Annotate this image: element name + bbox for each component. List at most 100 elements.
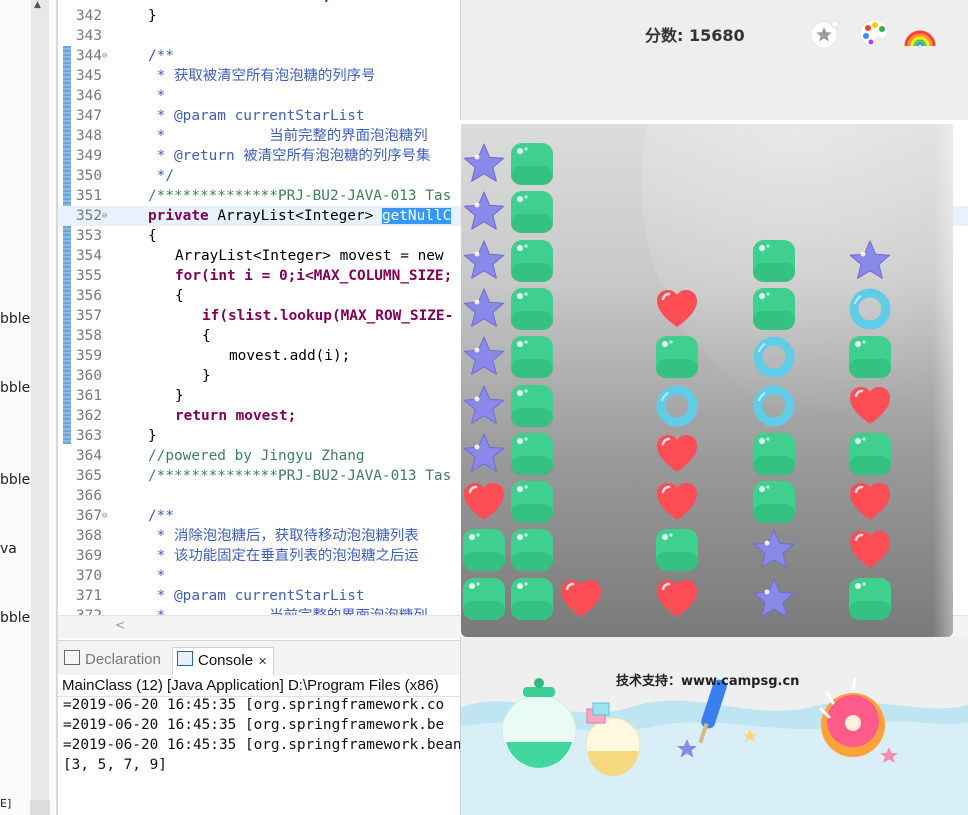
tab-label: Declaration xyxy=(85,651,161,668)
code-text: } xyxy=(148,8,157,24)
code-text: ArrayList<Integer> movest = new xyxy=(175,248,444,264)
candy-green[interactable] xyxy=(510,384,554,428)
code-text: /**************PRJ-BU2-JAVA-013 Tas xyxy=(148,188,452,204)
candy-green[interactable] xyxy=(462,577,506,621)
selected-identifier[interactable]: getNullC xyxy=(381,208,452,224)
candy-star[interactable] xyxy=(462,239,506,283)
star-badge-icon[interactable] xyxy=(809,16,843,50)
candy-star[interactable] xyxy=(462,142,506,186)
vertical-scrollbar[interactable] xyxy=(31,0,49,800)
candy-green[interactable] xyxy=(462,528,506,572)
candy-heart[interactable] xyxy=(848,528,892,572)
candy-green[interactable] xyxy=(510,432,554,476)
candy-green[interactable] xyxy=(510,480,554,524)
line-number: 348 xyxy=(76,128,102,144)
tab-declaration[interactable]: Declaration xyxy=(60,647,167,675)
game-board[interactable] xyxy=(461,124,953,637)
line-number: 345 xyxy=(76,68,102,84)
candy-green[interactable] xyxy=(510,577,554,621)
line-number: 354 xyxy=(76,248,102,264)
candy-heart[interactable] xyxy=(559,577,603,621)
line-number: 364 xyxy=(76,448,102,464)
code-text: * 获取被清空所有泡泡糖的列序号 xyxy=(148,68,376,84)
candy-star[interactable] xyxy=(752,528,796,572)
code-text: * 该功能固定在垂直列表的泡泡糖之后运 xyxy=(148,548,419,564)
candy-green[interactable] xyxy=(510,528,554,572)
code-text: * xyxy=(148,568,166,584)
scroll-up-icon[interactable]: ▲ xyxy=(34,0,46,10)
candy-ring[interactable] xyxy=(752,335,796,379)
candy-heart[interactable] xyxy=(462,480,506,524)
code-text: */ xyxy=(148,168,174,184)
candy-star[interactable] xyxy=(462,335,506,379)
candy-ring[interactable] xyxy=(655,384,699,428)
scroll-left-icon[interactable]: < xyxy=(115,618,125,632)
scroll-down-button[interactable] xyxy=(30,800,50,815)
tree-item-label[interactable]: bble xyxy=(0,472,30,488)
line-number: 352 xyxy=(76,208,102,224)
candy-heart[interactable] xyxy=(655,287,699,331)
code-text: /** xyxy=(148,508,174,524)
code-text: /** xyxy=(148,48,174,64)
candy-heart[interactable] xyxy=(655,432,699,476)
candy-star[interactable] xyxy=(462,190,506,234)
candy-green[interactable] xyxy=(510,239,554,283)
code-text: { xyxy=(148,228,157,244)
line-number: 365 xyxy=(76,468,102,484)
score-label: 分数: 15680 xyxy=(645,26,745,45)
line-number: 368 xyxy=(76,528,102,544)
tree-item-label[interactable]: bble xyxy=(0,610,30,626)
tab-label: Console xyxy=(198,652,254,669)
candy-green[interactable] xyxy=(848,577,892,621)
candy-green[interactable] xyxy=(655,335,699,379)
fold-icon[interactable]: ⊖ xyxy=(102,506,107,526)
line-number: 372 xyxy=(74,606,102,615)
candy-star[interactable] xyxy=(462,287,506,331)
fold-icon[interactable]: ⊖ xyxy=(102,46,107,66)
line-number: 353 xyxy=(76,228,102,244)
tree-item-label[interactable]: va xyxy=(0,541,17,557)
tree-item-label[interactable]: E] xyxy=(0,797,11,810)
candy-green[interactable] xyxy=(510,335,554,379)
candy-ring[interactable] xyxy=(752,384,796,428)
code-text: //powered by Jingyu Zhang xyxy=(148,448,365,464)
candy-green[interactable] xyxy=(752,480,796,524)
code-text: * @return 被清空所有泡泡糖的列序号集 xyxy=(148,148,431,164)
tab-console[interactable]: Console ✕ xyxy=(172,647,275,676)
candy-green[interactable] xyxy=(510,142,554,186)
candy-green[interactable] xyxy=(752,239,796,283)
line-number: 360 xyxy=(76,368,102,384)
candy-heart[interactable] xyxy=(848,384,892,428)
candy-heart[interactable] xyxy=(655,577,699,621)
line-number: 361 xyxy=(76,388,102,404)
console-process-title: MainClass (12) [Java Application] D:\Pro… xyxy=(62,677,439,694)
line-number: 366 xyxy=(76,488,102,504)
candy-green[interactable] xyxy=(848,335,892,379)
candy-green[interactable] xyxy=(848,432,892,476)
candy-star[interactable] xyxy=(848,239,892,283)
candy-green[interactable] xyxy=(752,287,796,331)
tree-item-label[interactable]: bble xyxy=(0,380,30,396)
candy-heart[interactable] xyxy=(655,480,699,524)
code-text: * @param currentStarList xyxy=(148,108,365,124)
fold-icon[interactable]: ⊖ xyxy=(102,206,107,226)
code-text: } xyxy=(202,368,211,384)
candy-star[interactable] xyxy=(462,384,506,428)
candy-star[interactable] xyxy=(752,577,796,621)
candy-green[interactable] xyxy=(752,432,796,476)
candy-green[interactable] xyxy=(510,287,554,331)
candy-green[interactable] xyxy=(510,190,554,234)
candy-ring[interactable] xyxy=(848,287,892,331)
code-text: * 消除泡泡糖后，获取待移动泡泡糖列表 xyxy=(148,528,419,544)
rainbow-icon[interactable] xyxy=(903,16,937,50)
console-icon xyxy=(177,651,193,666)
candy-green[interactable] xyxy=(655,528,699,572)
candy-heart[interactable] xyxy=(848,480,892,524)
line-number: 362 xyxy=(76,408,102,424)
line-number: 350 xyxy=(76,168,102,184)
board-rim xyxy=(933,124,953,637)
candy-star[interactable] xyxy=(462,432,506,476)
tree-item-label[interactable]: bble xyxy=(0,311,30,327)
close-icon[interactable]: ✕ xyxy=(258,656,267,668)
palette-icon[interactable] xyxy=(857,16,891,50)
